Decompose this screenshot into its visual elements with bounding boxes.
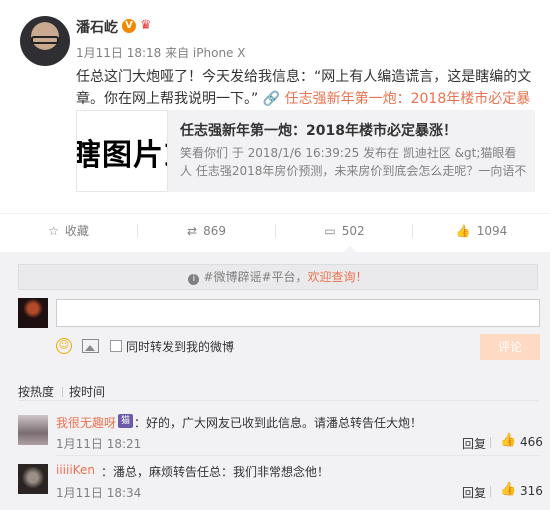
- reply-link[interactable]: 回复: [462, 435, 486, 452]
- post-meta: 1月11日 18:18 来自 iPhone X: [76, 46, 246, 60]
- comment-time: 1月11日 18:34: [56, 486, 142, 500]
- comment-text: ：潘总，麻烦转告任总：我们非常想念他！: [101, 465, 330, 479]
- comment-time: 1月11日 18:21: [56, 437, 142, 451]
- comment-like-count[interactable]: 316: [520, 484, 543, 498]
- post-actions-bar: ☆ 收藏 ⇄ 869 ▭ 502 👍 1094: [0, 213, 550, 247]
- favorite-button[interactable]: ☆ 收藏: [0, 214, 137, 248]
- sort-by-hot-tab[interactable]: 按热度: [18, 383, 54, 400]
- commenter-avatar[interactable]: [18, 415, 48, 445]
- panel-pointer: [344, 246, 356, 252]
- author-avatar[interactable]: [20, 16, 70, 66]
- rumor-notice: i #微博辟谣#平台，欢迎查询！: [18, 264, 538, 290]
- link-preview-card[interactable]: 瞎图片或 任志强新年第一炮：2018年楼市必定暴涨！ 笑看你们 于 2018/1…: [76, 110, 535, 192]
- star-icon: ☆: [48, 224, 59, 238]
- comment-like-count[interactable]: 466: [520, 435, 543, 449]
- commenter-name[interactable]: iiiiiKen: [56, 463, 95, 477]
- sort-divider: [62, 387, 64, 397]
- thumbs-up-icon: 👍: [455, 224, 471, 238]
- member-crown-icon: ♛: [140, 18, 152, 33]
- emoji-icon[interactable]: ☺: [56, 338, 72, 354]
- thumbs-up-icon[interactable]: 👍: [500, 482, 516, 497]
- repost-button[interactable]: ⇄ 869: [138, 214, 275, 248]
- comment-icon: ▭: [324, 224, 336, 238]
- card-title[interactable]: 任志强新年第一炮：2018年楼市必定暴涨！: [180, 120, 457, 140]
- comment-text: ：好的，广大网友已收到此信息。请潘总转告任大炮！: [134, 416, 423, 430]
- member-badge-icon: 猫: [118, 414, 133, 428]
- comment-divider: [56, 455, 540, 456]
- card-thumbnail: 瞎图片或: [76, 110, 168, 192]
- comments-panel: i #微博辟谣#平台，欢迎查询！ ☺ 同时转发到我的微博 评论 按热度 按时间 我很…: [0, 246, 550, 510]
- thumbs-up-icon[interactable]: 👍: [500, 433, 516, 448]
- repost-checkbox[interactable]: [110, 340, 122, 352]
- comment-button[interactable]: ▭ 502: [276, 214, 413, 248]
- sort-divider-line: [18, 400, 538, 401]
- sort-by-time-tab[interactable]: 按时间: [69, 383, 105, 400]
- my-avatar: [18, 298, 48, 328]
- submit-comment-button[interactable]: 评论: [480, 334, 540, 360]
- repost-checkbox-label[interactable]: 同时转发到我的微博: [126, 338, 234, 355]
- commenter-avatar[interactable]: [18, 464, 48, 494]
- verified-badge-icon: V: [122, 19, 136, 33]
- image-upload-icon[interactable]: [82, 339, 99, 353]
- commenter-name[interactable]: 我很无趣呀: [56, 414, 116, 431]
- info-icon: i: [188, 274, 200, 285]
- author-name[interactable]: 潘石屹: [76, 17, 118, 37]
- comment-action-divider: [490, 486, 491, 497]
- card-description: 笑看你们 于 2018/1/6 16:39:25 发布在 凯迪社区 &gt;猫眼…: [180, 146, 527, 178]
- comment-sort-tabs: 按热度 按时间: [18, 383, 107, 400]
- notice-text: #微博辟谣#平台，: [203, 270, 308, 284]
- notice-link[interactable]: 欢迎查询！: [308, 270, 368, 284]
- comment-action-divider: [490, 437, 491, 448]
- repost-icon: ⇄: [187, 224, 198, 238]
- reply-link[interactable]: 回复: [462, 484, 486, 501]
- weibo-post: 潘石屹 V ♛ 1月11日 18:18 来自 iPhone X 任总这门大炮哑了…: [0, 0, 550, 208]
- link-icon: 🔗: [262, 91, 281, 107]
- comment-input[interactable]: [56, 299, 540, 327]
- like-button[interactable]: 👍 1094: [413, 214, 550, 248]
